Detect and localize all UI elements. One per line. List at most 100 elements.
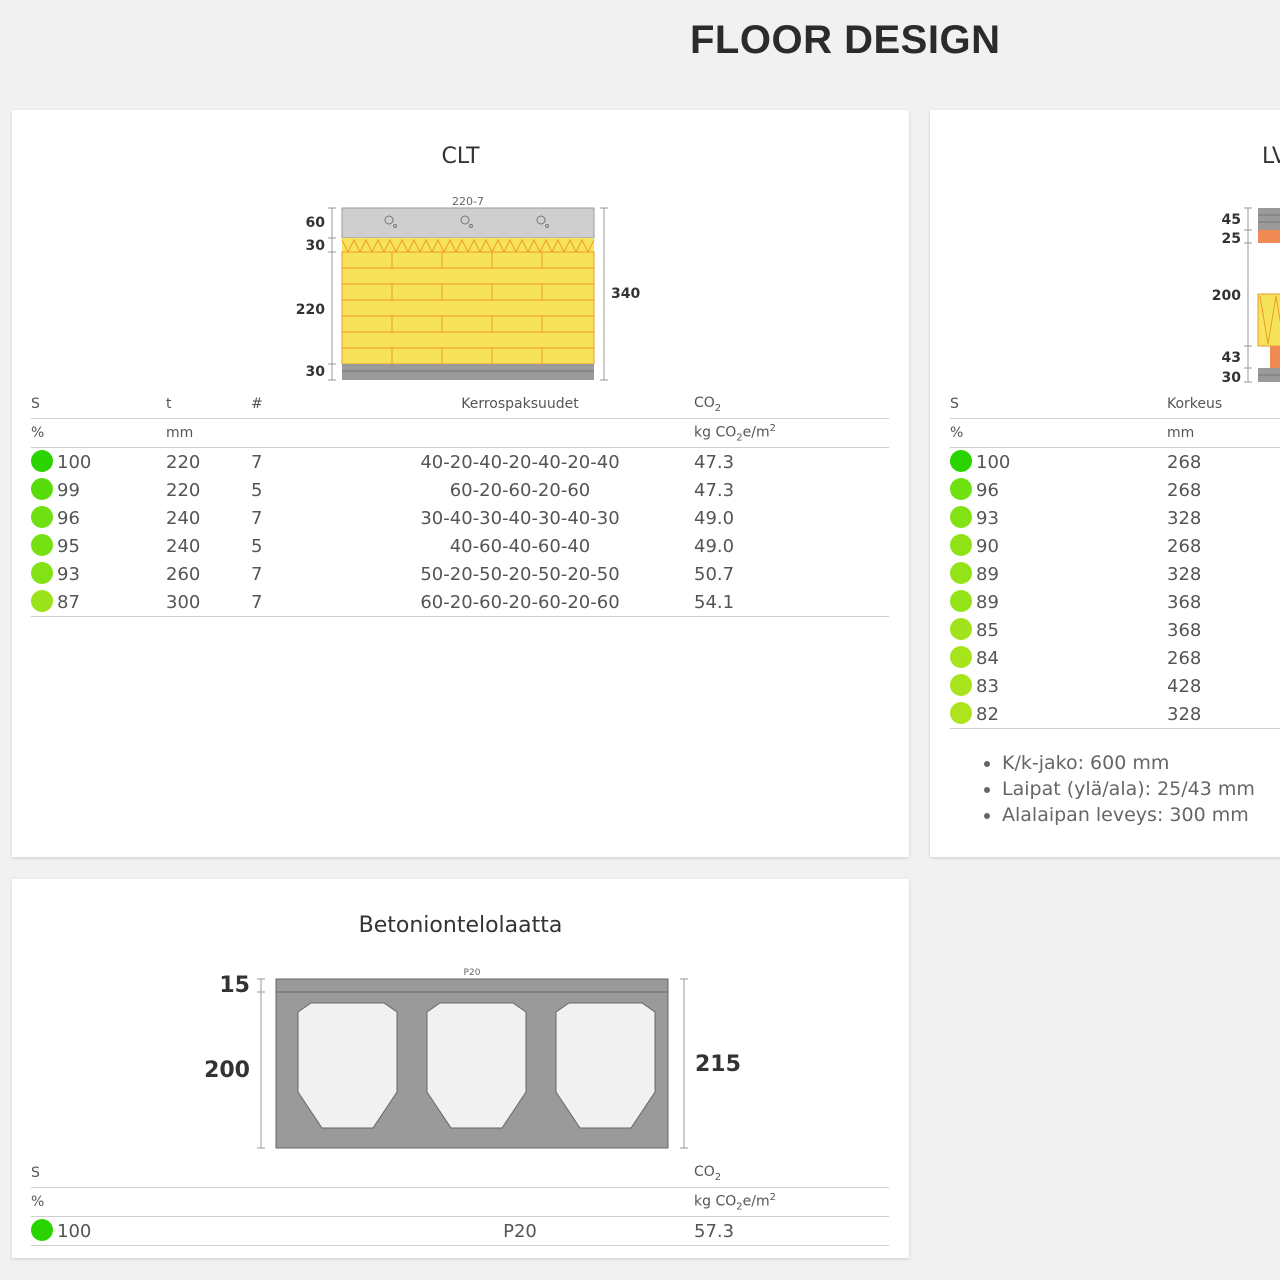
clt-score: 100 <box>31 448 166 477</box>
lvl-score: 85 <box>950 616 1167 644</box>
lvl-score: 83 <box>950 672 1167 700</box>
table-row[interactable]: 95 240 5 40-60-40-60-40 49.0 <box>31 532 889 560</box>
score-indicator-icon <box>950 674 972 696</box>
score-indicator-icon <box>950 702 972 724</box>
score-indicator-icon <box>31 506 53 528</box>
clt-panel-layer <box>341 251 595 365</box>
table-row[interactable]: 100 268 <box>950 448 1280 477</box>
clt-card[interactable]: CLT 220-7 60 30 220 30 340 S t # Kerrosp… <box>12 110 909 857</box>
layer-count-cell: 7 <box>251 507 263 529</box>
score-value: 82 <box>976 703 999 725</box>
lvl-score: 89 <box>950 560 1167 588</box>
clt-options-table: S t # Kerrospaksuudet CO2 % mm kg CO2e/m… <box>31 390 889 617</box>
height-cell: 268 <box>1167 647 1202 669</box>
table-row[interactable]: 83 428 <box>950 672 1280 700</box>
hollowcore-topping <box>275 978 669 993</box>
height-cell: 368 <box>1167 591 1202 613</box>
height-cell: 268 <box>1167 451 1202 473</box>
lvl-header-s: S <box>950 390 1167 419</box>
table-row[interactable]: 89 368 <box>950 588 1280 616</box>
score-value: 84 <box>976 647 999 669</box>
clt-header-t: t <box>166 390 251 419</box>
lvl-bottom-flange <box>1270 346 1280 368</box>
clt-unit-s: % <box>31 418 166 448</box>
table-row[interactable]: 82 328 <box>950 700 1280 729</box>
co2-cell: 57.3 <box>694 1216 889 1246</box>
clt-header-s: S <box>31 390 166 419</box>
score-indicator-icon <box>950 450 972 472</box>
table-row[interactable]: 87 300 7 60-20-60-20-60-20-60 54.1 <box>31 588 889 617</box>
score-value: 99 <box>57 479 80 501</box>
table-row[interactable]: 99 220 5 60-20-60-20-60 47.3 <box>31 476 889 504</box>
hollowcore-card[interactable]: Betoniontelolaatta P20 15 200 215 S CO2 … <box>12 879 909 1258</box>
score-value: 89 <box>976 591 999 613</box>
hollowcore-unit-s: % <box>31 1187 166 1217</box>
clt-cross-section-diagram: 220-7 60 30 220 30 340 <box>296 195 640 381</box>
clt-title: CLT <box>441 144 480 169</box>
score-value: 89 <box>976 563 999 585</box>
table-row[interactable]: 89 328 <box>950 560 1280 588</box>
hollowcore-top-label: P20 <box>464 968 481 978</box>
hollowcore-header-co2: CO2 <box>694 1159 889 1188</box>
table-row[interactable]: 96 268 <box>950 476 1280 504</box>
table-row[interactable]: 93 328 <box>950 504 1280 532</box>
height-cell: 268 <box>1167 479 1202 501</box>
layer-count-cell: 7 <box>251 563 263 585</box>
lvl-card[interactable]: LV 45 25 200 43 30 S Korkeus % mm 100 26… <box>930 110 1280 857</box>
table-row[interactable]: 100 P20 57.3 <box>31 1216 889 1246</box>
layer-thicknesses-cell: 60-20-60-20-60-20-60 <box>346 588 694 617</box>
lvl-notes-list: K/k-jako: 600 mmLaipat (ylä/ala): 25/43 … <box>952 750 1280 828</box>
lvl-score: 89 <box>950 588 1167 616</box>
score-indicator-icon <box>31 478 53 500</box>
height-cell: 428 <box>1167 675 1202 697</box>
lvl-score: 82 <box>950 700 1167 729</box>
clt-score: 99 <box>31 476 166 504</box>
score-indicator-icon <box>950 590 972 612</box>
co2-cell: 47.3 <box>694 479 735 501</box>
height-cell: 328 <box>1167 700 1280 729</box>
hollowcore-score: 100 <box>31 1216 166 1246</box>
lvl-unit-h: mm <box>1167 418 1280 448</box>
lvl-dim-bottom-flange: 43 <box>1222 350 1241 366</box>
table-row[interactable]: 90 268 <box>950 532 1280 560</box>
clt-header-count: # <box>251 390 346 419</box>
clt-diagram-top-label: 220-7 <box>452 195 484 208</box>
clt-insulation-layer <box>342 238 594 252</box>
note-item: Laipat (ylä/ala): 25/43 mm <box>1002 776 1280 802</box>
note-item: Alalaipan leveys: 300 mm <box>1002 802 1280 828</box>
layer-count-cell: 5 <box>251 535 263 557</box>
clt-unit-t: mm <box>166 418 251 448</box>
table-row[interactable]: 85 368 <box>950 616 1280 644</box>
lvl-title: LV <box>1262 144 1280 169</box>
score-value: 100 <box>976 451 1011 473</box>
layer-thicknesses-cell: 60-20-60-20-60 <box>449 479 591 501</box>
table-row[interactable]: 84 268 <box>950 644 1280 672</box>
score-indicator-icon <box>31 562 53 584</box>
score-value: 93 <box>976 507 999 529</box>
clt-dim-panel: 220 <box>296 302 325 318</box>
thickness-cell: 240 <box>166 507 201 529</box>
hollowcore-dim-slab: 200 <box>204 1058 250 1083</box>
score-value: 83 <box>976 675 999 697</box>
lvl-score: 100 <box>950 448 1167 477</box>
table-row[interactable]: 93 260 7 50-20-50-20-50-20-50 50.7 <box>31 560 889 588</box>
height-cell: 328 <box>1167 507 1202 529</box>
clt-unit-co2: kg CO2e/m2 <box>694 418 889 448</box>
score-value: 96 <box>57 507 80 529</box>
co2-cell: 49.0 <box>694 507 735 529</box>
lvl-score: 90 <box>950 532 1167 560</box>
score-indicator-icon <box>31 450 53 472</box>
hollowcore-title: Betoniontelolaatta <box>358 913 563 938</box>
layer-count-cell: 7 <box>251 451 263 473</box>
spacer-cell <box>166 1216 346 1246</box>
score-indicator-icon <box>31 534 53 556</box>
clt-ceiling-layer <box>342 364 594 380</box>
clt-header-co2: CO2 <box>694 390 889 419</box>
clt-score: 93 <box>31 560 166 588</box>
lvl-dim-ceiling: 30 <box>1222 370 1242 386</box>
clt-dim-ceiling: 30 <box>306 364 326 380</box>
table-row[interactable]: 100 220 7 40-20-40-20-40-20-40 47.3 <box>31 448 889 477</box>
height-cell: 368 <box>1167 619 1202 641</box>
table-row[interactable]: 96 240 7 30-40-30-40-30-40-30 49.0 <box>31 504 889 532</box>
score-value: 90 <box>976 535 999 557</box>
